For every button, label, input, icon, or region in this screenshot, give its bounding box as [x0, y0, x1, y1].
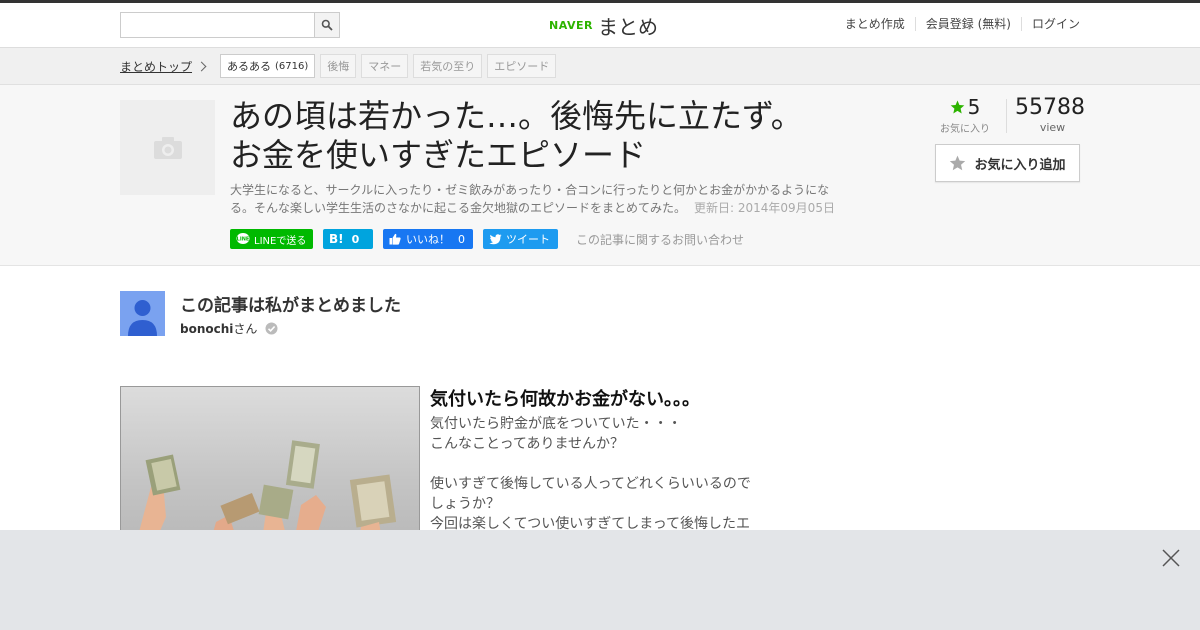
line-icon: LINE	[236, 233, 250, 244]
money-photo	[120, 386, 420, 546]
hatena-bookmark-button[interactable]: B! 0	[323, 229, 373, 249]
site-header: NAVER まとめ まとめ作成 会員登録 (無料) ログイン	[0, 3, 1200, 48]
star-icon	[950, 100, 964, 113]
author-name[interactable]: bonochi さん	[180, 320, 278, 337]
thumbs-up-icon	[389, 233, 401, 245]
hatena-icon: B!	[329, 232, 344, 246]
close-button[interactable]	[1161, 548, 1181, 568]
add-favorite-label: お気に入り追加	[974, 157, 1066, 173]
item-line: しょうか？	[430, 496, 500, 512]
stats-divider	[1006, 99, 1007, 133]
author-username[interactable]: bonochi	[180, 322, 233, 336]
tag-label: エピソード	[494, 60, 550, 73]
favorites-stat: 5 お気に入り	[935, 95, 995, 135]
item-line: こんなことってありませんか？	[430, 436, 625, 452]
search-input[interactable]	[121, 13, 315, 37]
search-box	[120, 12, 340, 38]
tag-bar: まとめトップ あるある (6716) 後悔 マネー 若気の至り エピソード	[0, 48, 1200, 85]
line-share-button[interactable]: LINE LINEで送る	[230, 229, 313, 249]
nav-register[interactable]: 会員登録 (無料)	[914, 17, 1021, 31]
article-thumbnail	[120, 100, 215, 195]
money-hands-illustration	[135, 440, 397, 545]
tweet-label: ツイート	[506, 233, 550, 246]
tag-label: あるある	[227, 60, 271, 73]
logo-name: まとめ	[597, 14, 658, 39]
article-stats: 5 お気に入り 55788 view	[935, 95, 1085, 139]
twitter-bird-icon	[489, 233, 502, 244]
tag-wakage[interactable]: 若気の至り	[413, 54, 483, 78]
article-header: あの頃は若かった…。後悔先に立たず。 お金を使いすぎたエピソード 大学生になると…	[0, 85, 1200, 266]
breadcrumb-top-link[interactable]: まとめトップ	[120, 58, 192, 75]
article-title: あの頃は若かった…。後悔先に立たず。 お金を使いすぎたエピソード	[230, 97, 850, 175]
add-favorite-button[interactable]: お気に入り追加	[935, 144, 1080, 182]
line-share-label: LINEで送る	[254, 235, 307, 247]
favorites-number-row: 5	[935, 95, 995, 119]
tag-count: (6716)	[275, 60, 309, 72]
hatena-count: 0	[351, 232, 360, 246]
author-heading: この記事は私がまとめました	[180, 296, 401, 316]
camera-icon	[153, 136, 182, 159]
tag-list: あるある (6716) 後悔 マネー 若気の至り エピソード	[220, 54, 561, 78]
tag-label: 若気の至り	[420, 60, 476, 73]
facebook-like-label: いいね！	[406, 233, 450, 246]
author-suffix: さん	[233, 322, 258, 336]
views-stat: 55788 view	[1015, 95, 1085, 134]
favorites-label: お気に入り	[940, 124, 990, 135]
twitter-tweet-button[interactable]: ツイート	[483, 229, 558, 249]
nav-login[interactable]: ログイン	[1020, 17, 1080, 31]
tag-label: 後悔	[327, 60, 350, 73]
item-title: 気付いたら何故かお金がない。。。	[430, 389, 700, 410]
verified-check-icon	[265, 322, 278, 335]
nav-create-matome[interactable]: まとめ作成	[835, 17, 915, 31]
close-icon	[1162, 549, 1180, 567]
search-button[interactable]	[314, 13, 339, 37]
article-description: 大学生になると、サークルに入ったり・ゼミ飲みがあったり・合コンに行ったりと何かと…	[230, 181, 835, 217]
tag-aruaru[interactable]: あるある (6716)	[220, 54, 316, 78]
svg-text:LINE: LINE	[237, 237, 250, 243]
item-body: 気付いたら貯金が底をついていた・・・ こんなことってありませんか？ 使いすぎて後…	[430, 414, 760, 534]
views-count: 55788	[1015, 95, 1085, 120]
site-logo[interactable]: NAVER まとめ	[549, 11, 658, 39]
chevron-right-icon	[196, 61, 207, 72]
tag-koukai[interactable]: 後悔	[320, 54, 357, 78]
item-line: 気付いたら貯金が底をついていた・・・	[430, 416, 682, 432]
author-avatar[interactable]	[120, 291, 165, 336]
breadcrumb[interactable]: まとめトップ	[120, 58, 207, 75]
search-icon	[321, 19, 333, 31]
article-title-line1: あの頃は若かった…。後悔先に立たず。	[230, 97, 803, 135]
star-outline-icon	[950, 155, 966, 170]
share-bar: LINE LINEで送る B! 0 いいね！ 0 ツイート この記事に関するお問…	[230, 229, 744, 249]
header-nav: まとめ作成 会員登録 (無料) ログイン	[835, 17, 1080, 31]
facebook-like-count: 0	[458, 232, 465, 246]
article-title-line2: お金を使いすぎたエピソード	[230, 136, 647, 174]
tag-money[interactable]: マネー	[361, 54, 409, 78]
updated-date: 更新日: 2014年09月05日	[694, 201, 835, 215]
inquiry-link[interactable]: この記事に関するお問い合わせ	[576, 231, 744, 248]
facebook-like-button[interactable]: いいね！ 0	[383, 229, 473, 249]
bottom-overlay-banner	[0, 530, 1200, 630]
item-line-blank	[430, 454, 760, 474]
item-line: 使いすぎて後悔している人ってどれくらいいるので	[430, 476, 751, 492]
tag-label: マネー	[368, 60, 402, 73]
user-silhouette-icon	[128, 300, 157, 336]
tag-episode[interactable]: エピソード	[487, 54, 557, 78]
views-label: view	[1039, 121, 1066, 134]
logo-brand: NAVER	[549, 18, 593, 32]
favorites-count: 5	[967, 95, 981, 119]
